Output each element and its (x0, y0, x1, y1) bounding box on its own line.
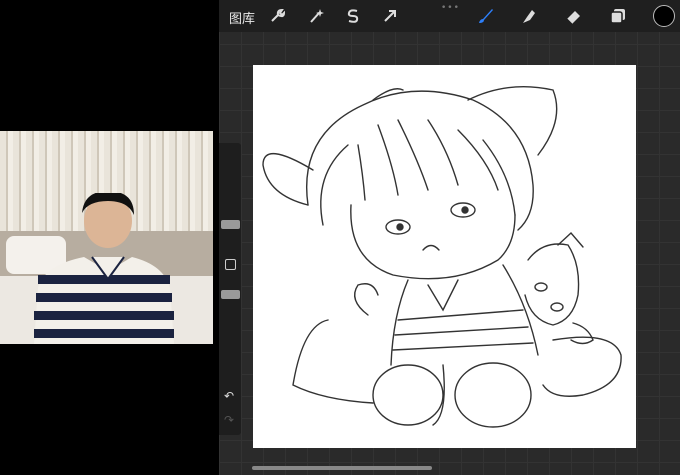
brush-icon[interactable] (476, 7, 494, 25)
smudge-icon[interactable] (519, 7, 537, 25)
eraser-icon[interactable] (564, 7, 582, 25)
brush-size-slider[interactable] (221, 220, 240, 229)
opacity-slider[interactable] (221, 290, 240, 299)
top-toolbar: 图库 ••• (219, 0, 680, 32)
gallery-button[interactable]: 图库 (229, 8, 255, 27)
home-indicator (252, 466, 432, 470)
person-figure (34, 193, 174, 344)
layers-icon[interactable] (609, 7, 627, 25)
drawing-canvas[interactable] (253, 65, 636, 448)
transform-arrow-icon[interactable] (381, 7, 399, 25)
video-feed (0, 131, 213, 344)
side-toolbar: ↶ ↷ (219, 143, 241, 435)
magic-wand-icon[interactable] (307, 7, 325, 25)
drawing-app: 图库 ••• ↶ ↷ (219, 0, 680, 475)
redo-button[interactable]: ↷ (224, 413, 234, 427)
undo-button[interactable]: ↶ (224, 389, 234, 403)
selection-icon[interactable] (344, 7, 362, 25)
wrench-icon[interactable] (268, 7, 286, 25)
modify-button[interactable] (225, 259, 236, 270)
toolbar-grip[interactable]: ••• (441, 3, 460, 13)
color-picker-button[interactable] (653, 5, 675, 27)
